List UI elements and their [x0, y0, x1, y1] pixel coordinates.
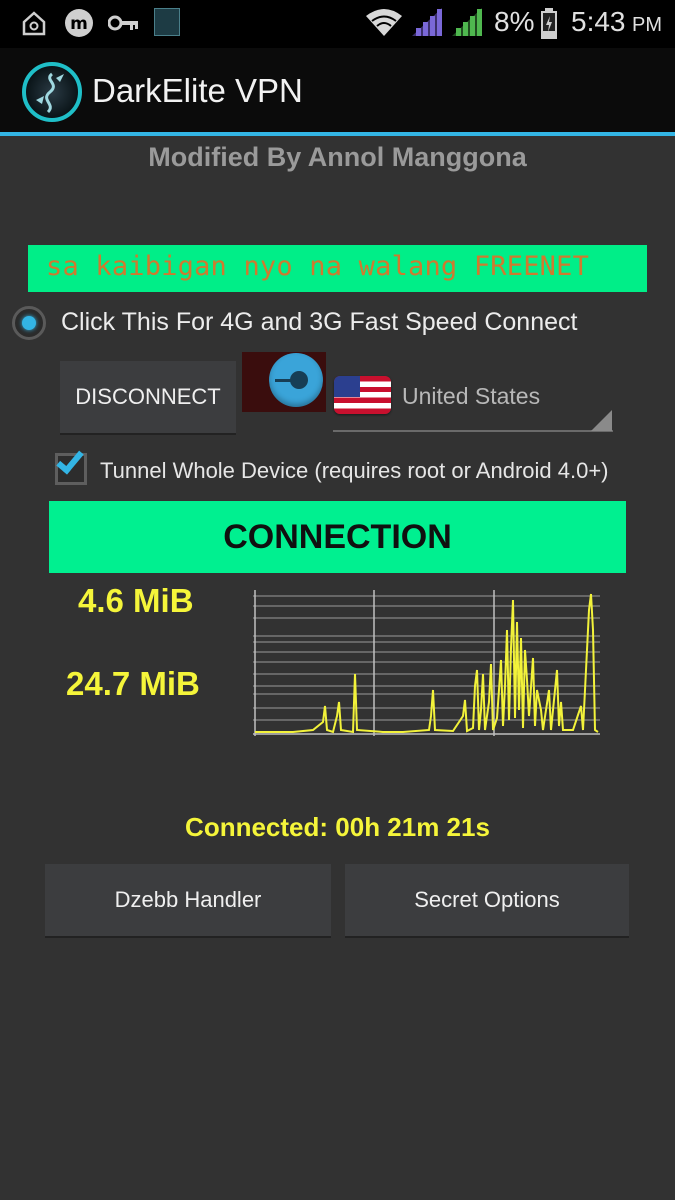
- key-icon: [108, 15, 138, 31]
- fast-speed-radio[interactable]: [12, 306, 46, 340]
- checkmark-icon: [56, 445, 84, 475]
- spinner-dropdown-icon[interactable]: [591, 410, 612, 431]
- modified-by-text: Modified By Annol Manggona: [148, 142, 527, 172]
- power-toggle[interactable]: [242, 352, 326, 412]
- clock-ampm: PM: [632, 14, 662, 36]
- wifi-icon: [366, 9, 402, 36]
- clock-time: 5:43: [571, 6, 626, 37]
- connection-button[interactable]: CONNECTION: [49, 501, 626, 573]
- country-spinner-underline: [333, 430, 613, 432]
- traffic-graph: [253, 590, 600, 736]
- us-flag-icon: [334, 376, 391, 414]
- signal-purple-icon: [412, 8, 442, 36]
- connected-timer: Connected: 00h 21m 21s: [185, 812, 490, 842]
- app-title: DarkElite VPN: [92, 72, 303, 109]
- tunnel-whole-device-label[interactable]: Tunnel Whole Device (requires root or An…: [100, 458, 609, 484]
- dzebb-handler-button[interactable]: Dzebb Handler: [45, 864, 331, 938]
- marquee-text: sa kaibigan nyo na walang FREENET: [46, 251, 590, 282]
- app-thumbnail-icon: [154, 8, 180, 36]
- radio-selected-dot: [22, 316, 36, 330]
- secret-options-button[interactable]: Secret Options: [345, 864, 629, 938]
- country-spinner-value[interactable]: United States: [402, 383, 540, 410]
- upload-amount: 4.6 MiB: [78, 582, 194, 619]
- power-toggle-icon: [269, 353, 323, 407]
- home-icon: [22, 11, 46, 36]
- battery-icon: [541, 8, 557, 39]
- disconnect-button[interactable]: DISCONNECT: [60, 361, 236, 435]
- power-toggle-knob: [290, 371, 308, 389]
- traffic-line: [255, 593, 599, 734]
- tunnel-whole-device-checkbox[interactable]: [55, 445, 87, 485]
- fast-speed-radio-label[interactable]: Click This For 4G and 3G Fast Speed Conn…: [61, 308, 577, 337]
- svg-text:m: m: [70, 14, 88, 34]
- flag-canton: [334, 376, 360, 397]
- battery-percent: 8%: [494, 6, 535, 37]
- download-amount: 24.7 MiB: [66, 665, 200, 702]
- marquee-banner: sa kaibigan nyo na walang FREENET: [28, 245, 647, 292]
- status-bar: m 8% 5:43 PM: [0, 0, 675, 48]
- signal-green-icon: [452, 8, 482, 36]
- action-bar-divider: [0, 132, 675, 136]
- m-icon: m: [65, 9, 93, 37]
- dragon-logo-icon[interactable]: [22, 62, 82, 122]
